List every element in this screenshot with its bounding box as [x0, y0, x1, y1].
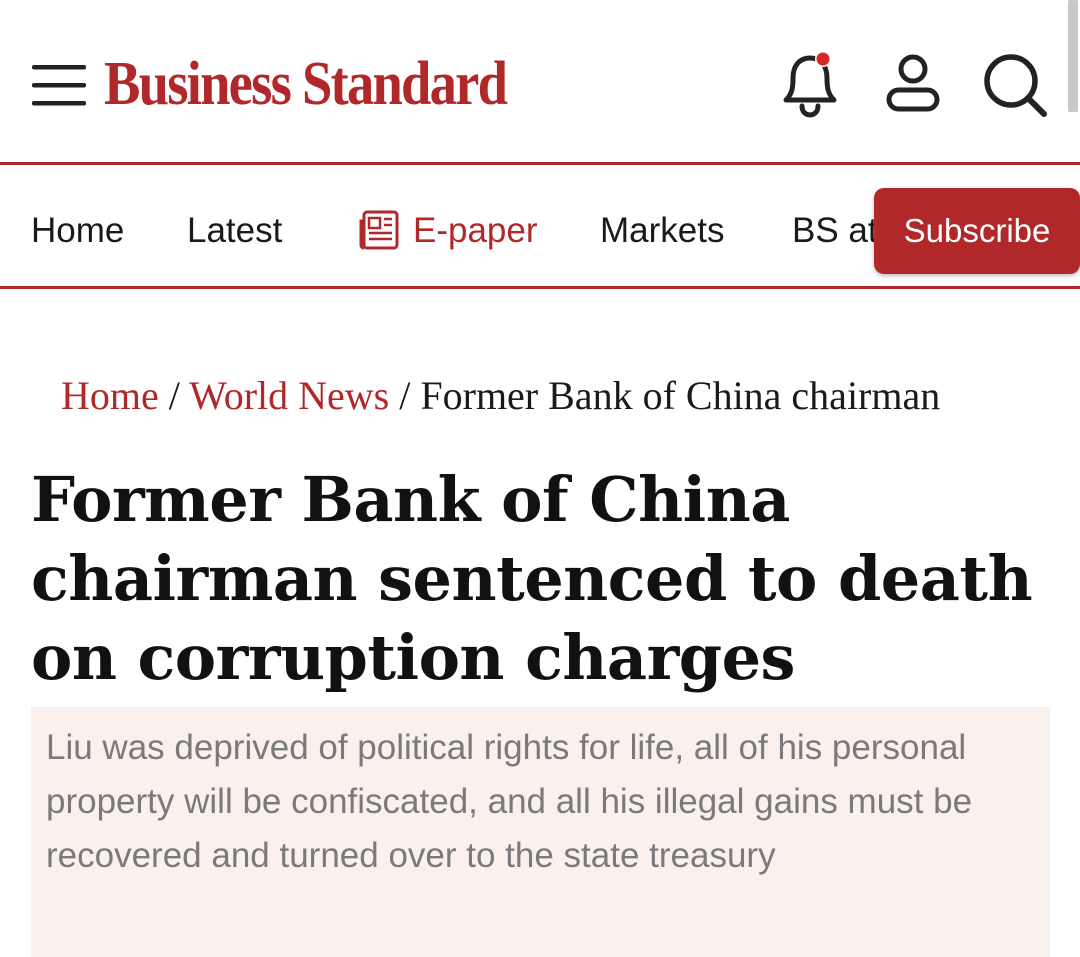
breadcrumb-world-news[interactable]: World News: [189, 373, 389, 418]
nav-item-epaper[interactable]: E-paper: [413, 207, 538, 255]
user-icon[interactable]: [884, 52, 942, 114]
menu-icon[interactable]: [30, 60, 88, 110]
search-icon[interactable]: [980, 50, 1050, 120]
article-summary-box: Liu was deprived of political rights for…: [31, 707, 1050, 957]
nav-item-bs-at[interactable]: BS at: [792, 207, 878, 255]
breadcrumb-current: Former Bank of China chairman: [420, 373, 941, 418]
notification-dot: [816, 52, 830, 66]
subscribe-button[interactable]: Subscribe: [874, 188, 1080, 274]
breadcrumb: Home / World News / Former Bank of China…: [61, 372, 940, 420]
breadcrumb-home[interactable]: Home: [61, 373, 159, 418]
breadcrumb-separator: /: [399, 373, 411, 418]
nav-item-markets[interactable]: Markets: [600, 207, 724, 255]
newspaper-icon[interactable]: [358, 209, 400, 251]
nav-divider: [0, 286, 1080, 289]
article-summary: Liu was deprived of political rights for…: [46, 728, 973, 875]
bell-icon[interactable]: [776, 48, 844, 120]
site-header: Business Standard: [0, 0, 1080, 164]
site-logo[interactable]: Business Standard: [104, 44, 508, 124]
article-headline: Former Bank of China chairman sentenced …: [31, 463, 1033, 694]
breadcrumb-separator: /: [168, 373, 180, 418]
nav-item-home[interactable]: Home: [31, 207, 124, 255]
nav-item-latest[interactable]: Latest: [187, 207, 282, 255]
scrollbar[interactable]: [1068, 0, 1078, 112]
